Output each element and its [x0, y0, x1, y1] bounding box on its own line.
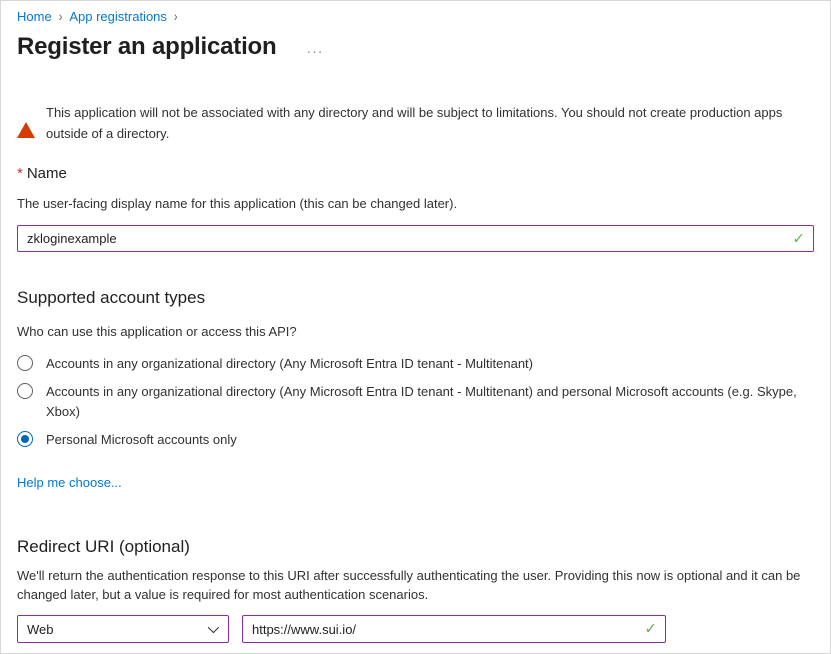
help-me-choose-link[interactable]: Help me choose... — [17, 475, 122, 490]
platform-select[interactable]: Web — [17, 615, 229, 643]
account-types-radio-group: Accounts in any organizational directory… — [17, 354, 814, 450]
required-marker: * — [17, 165, 23, 182]
radio-button-icon[interactable] — [17, 383, 33, 399]
warning-text: This application will not be associated … — [46, 102, 814, 144]
radio-option-label: Personal Microsoft accounts only — [46, 430, 237, 450]
name-input[interactable] — [17, 225, 814, 252]
chevron-down-icon — [208, 622, 219, 633]
account-types-heading: Supported account types — [17, 288, 814, 308]
page-title: Register an application — [17, 33, 276, 61]
radio-option-org-directory[interactable]: Accounts in any organizational directory… — [17, 354, 814, 374]
more-options-icon[interactable]: ··· — [306, 38, 323, 56]
warning-banner: This application will not be associated … — [17, 102, 814, 144]
redirect-uri-controls: Web ✓ — [17, 615, 814, 643]
platform-select-value: Web — [27, 622, 54, 637]
title-row: Register an application ··· — [17, 33, 814, 61]
breadcrumb-link-home[interactable]: Home — [17, 9, 52, 24]
uri-input-wrap: ✓ — [242, 615, 666, 643]
radio-option-label: Accounts in any organizational directory… — [46, 382, 812, 422]
radio-option-label: Accounts in any organizational directory… — [46, 354, 533, 374]
redirect-uri-input[interactable] — [242, 615, 666, 643]
breadcrumb: Home › App registrations › — [17, 1, 814, 24]
warning-icon — [17, 105, 35, 122]
breadcrumb-separator-icon: › — [59, 9, 63, 24]
breadcrumb-separator-icon: › — [174, 9, 178, 24]
breadcrumb-link-app-registrations[interactable]: App registrations — [69, 9, 167, 24]
name-label-text: Name — [27, 165, 67, 182]
name-input-wrap: ✓ — [17, 225, 814, 252]
register-application-page: Home › App registrations › Register an a… — [1, 1, 830, 643]
name-field-label: *Name — [17, 165, 814, 182]
radio-button-icon[interactable] — [17, 355, 33, 371]
redirect-uri-heading: Redirect URI (optional) — [17, 537, 814, 557]
radio-option-org-and-personal[interactable]: Accounts in any organizational directory… — [17, 382, 814, 422]
account-types-question: Who can use this application or access t… — [17, 324, 814, 339]
name-field-description: The user-facing display name for this ap… — [17, 195, 814, 213]
redirect-uri-description: We'll return the authentication response… — [17, 566, 814, 604]
radio-button-icon[interactable] — [17, 431, 33, 447]
radio-option-personal-only[interactable]: Personal Microsoft accounts only — [17, 430, 814, 450]
